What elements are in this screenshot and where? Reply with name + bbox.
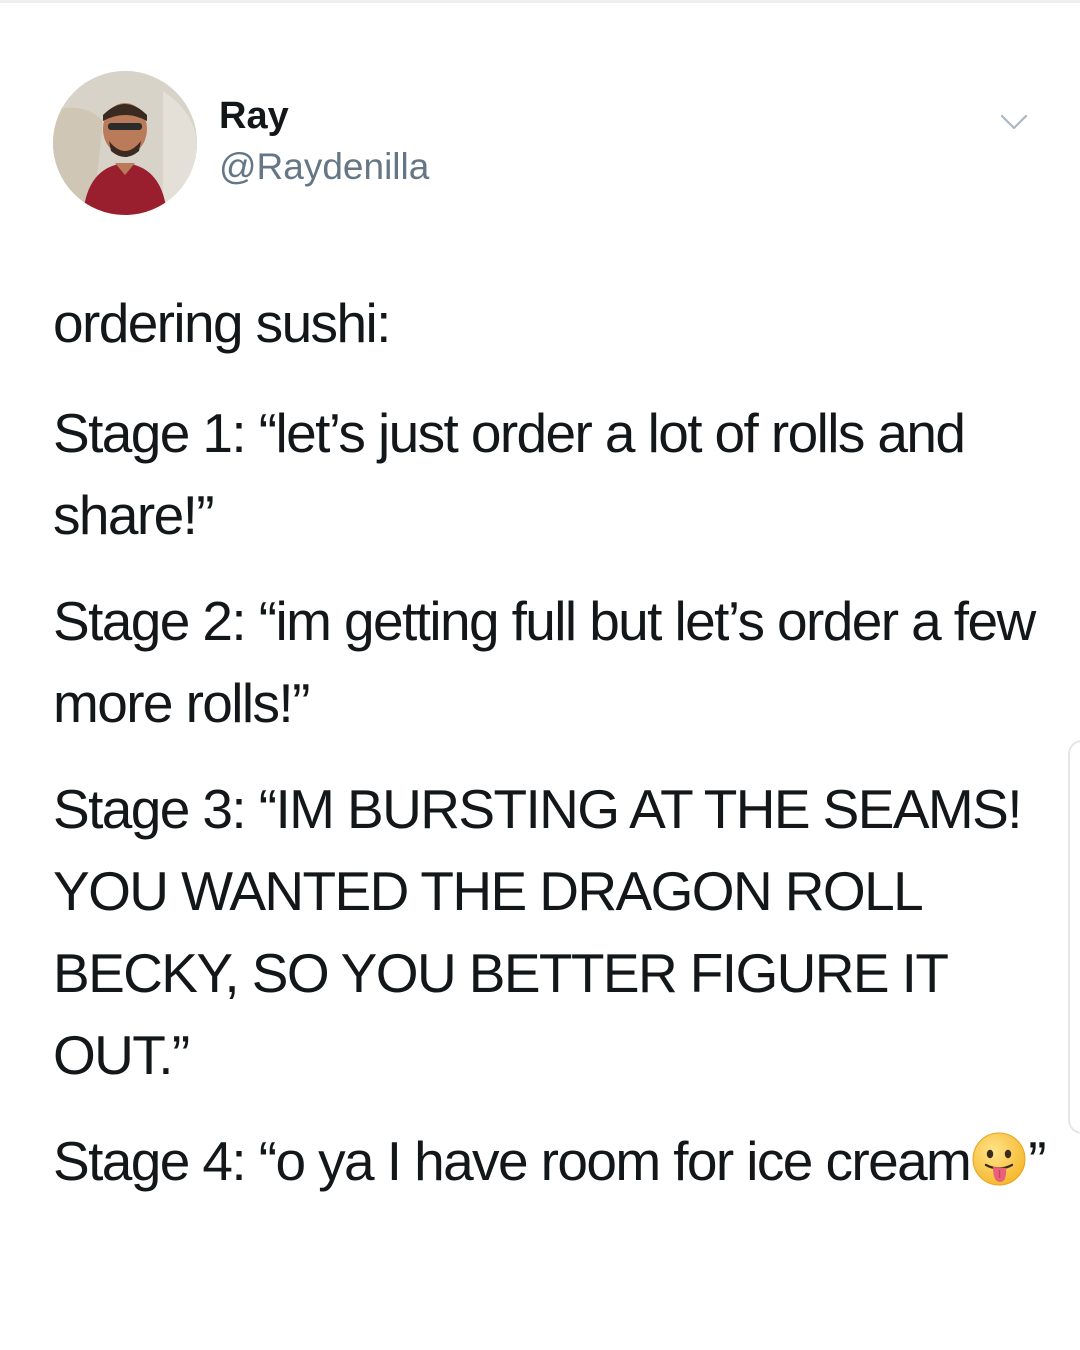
closing-quote: ” — [1028, 1130, 1046, 1192]
tweet-paragraph-text: Stage 4: “o ya I have room for ice cream — [53, 1130, 972, 1192]
tongue-out-face-emoji-icon — [972, 1132, 1026, 1186]
scroll-handle[interactable] — [1068, 740, 1080, 1134]
author-handle[interactable]: @Raydenilla — [219, 145, 429, 189]
avatar-photo-icon — [53, 71, 197, 215]
tweet-paragraph: ordering sushi: — [53, 292, 391, 354]
author-avatar[interactable] — [53, 71, 197, 215]
tweet-text: ordering sushi: Stage 1: “let’s just ord… — [53, 282, 1053, 1226]
tweet-menu-button[interactable] — [996, 108, 1032, 136]
chevron-down-icon — [1000, 114, 1028, 130]
tweet-paragraph: Stage 2: “im getting full but let’s orde… — [53, 590, 1036, 734]
top-divider — [0, 0, 1080, 3]
tweet-paragraph-last: Stage 4: “o ya I have room for ice cream… — [53, 1120, 1053, 1202]
author-name[interactable]: Ray — [219, 94, 289, 138]
tweet-paragraph: Stage 1: “let’s just order a lot of roll… — [53, 402, 966, 546]
tweet-paragraph: Stage 3: “IM BURSTING AT THE SEAMS! YOU … — [53, 778, 1023, 1086]
